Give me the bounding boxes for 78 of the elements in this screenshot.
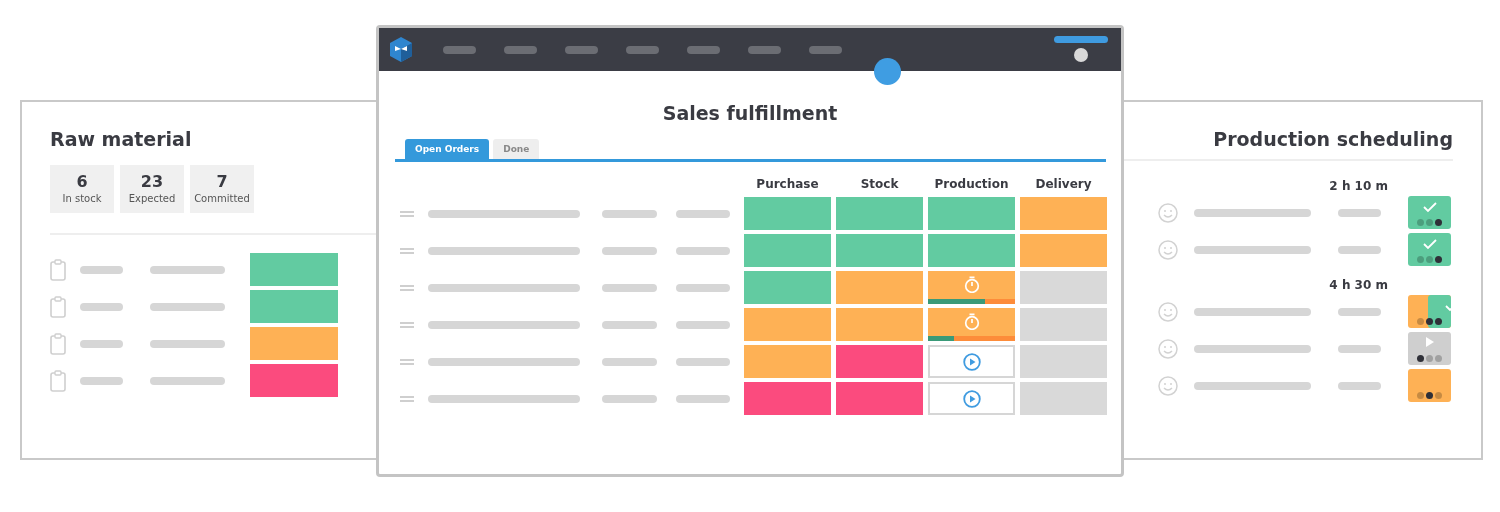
status-tile[interactable] <box>1408 332 1451 365</box>
nav-placeholder[interactable] <box>626 45 659 54</box>
avatar-icon[interactable] <box>1073 47 1088 62</box>
placeholder-bar <box>80 265 123 274</box>
placeholder-bar <box>676 320 730 329</box>
clipboard-icon <box>50 295 66 318</box>
placeholder-bar <box>602 283 657 292</box>
window-title: Sales fulfillment <box>661 101 839 125</box>
play-icon <box>962 389 981 408</box>
nav-placeholder[interactable] <box>565 45 598 54</box>
drag-handle-icon <box>400 321 414 328</box>
status-tile[interactable] <box>1408 233 1451 266</box>
placeholder-bar <box>1338 208 1381 217</box>
placeholder-bar <box>676 246 730 255</box>
drag-handle-icon <box>400 395 414 402</box>
placeholder-bar <box>1338 245 1381 254</box>
nav-placeholder[interactable] <box>809 45 842 54</box>
placeholder-bar <box>1338 381 1381 390</box>
start-cell[interactable] <box>928 382 1015 415</box>
card-title: Raw material <box>50 127 193 151</box>
placeholder-bar <box>602 209 657 218</box>
placeholder-bar <box>676 209 730 218</box>
clipboard-icon <box>50 369 66 392</box>
placeholder-bar <box>80 376 123 385</box>
stopwatch-icon <box>963 276 980 293</box>
stat-value: 6 <box>76 172 88 192</box>
nav-placeholder[interactable] <box>504 45 537 54</box>
status-tile[interactable] <box>1408 369 1451 402</box>
placeholder-bar <box>676 357 730 366</box>
placeholder-bar <box>80 339 123 348</box>
play-icon <box>1425 337 1434 347</box>
smiley-icon <box>1158 375 1178 396</box>
nav-placeholder[interactable] <box>687 45 720 54</box>
smiley-icon <box>1158 338 1178 359</box>
smiley-icon <box>1158 301 1178 322</box>
stat-label: Committed <box>194 192 250 206</box>
tab[interactable]: Done <box>493 139 540 159</box>
logo-icon <box>389 37 413 62</box>
clipboard-icon <box>50 258 66 281</box>
placeholder-bar <box>1338 344 1381 353</box>
drag-handle-icon <box>400 247 414 254</box>
check-icon <box>1422 201 1437 213</box>
clipboard-icon <box>50 332 66 355</box>
placeholder-bar <box>602 246 657 255</box>
column-header: Production <box>933 176 1010 192</box>
smiley-icon <box>1158 239 1178 260</box>
drag-handle-icon <box>400 210 414 217</box>
placeholder-bar <box>602 394 657 403</box>
status-tile[interactable] <box>1408 295 1451 328</box>
placeholder-bar <box>80 302 123 311</box>
start-cell[interactable] <box>928 345 1015 378</box>
stat-label: Expected <box>128 192 176 206</box>
placeholder-bar <box>676 283 730 292</box>
check-icon <box>1422 238 1437 250</box>
column-header: Stock <box>859 176 900 192</box>
play-icon <box>962 352 981 371</box>
placeholder-bar <box>602 320 657 329</box>
placeholder-bar <box>676 394 730 403</box>
duration-label: 2 h 10 m <box>1328 178 1388 195</box>
stat-label: In stock <box>62 192 102 206</box>
stopwatch-icon <box>963 313 980 330</box>
drag-handle-icon <box>400 284 414 291</box>
duration-label: 4 h 30 m <box>1328 277 1388 294</box>
nav-placeholder[interactable] <box>748 45 781 54</box>
smiley-icon <box>1158 202 1178 223</box>
placeholder-bar <box>1338 307 1381 316</box>
indicator-dot <box>874 58 901 85</box>
column-header: Delivery <box>1034 176 1093 192</box>
status-tile[interactable] <box>1408 196 1451 229</box>
tab[interactable]: Open Orders <box>405 139 490 159</box>
stat-value: 23 <box>140 172 164 192</box>
placeholder-bar <box>602 357 657 366</box>
column-header: Purchase <box>755 176 820 192</box>
stat-value: 7 <box>216 172 228 192</box>
header-pill <box>1054 35 1108 43</box>
card-title: Production scheduling <box>1212 127 1453 151</box>
nav-placeholder[interactable] <box>443 45 476 54</box>
drag-handle-icon <box>400 358 414 365</box>
